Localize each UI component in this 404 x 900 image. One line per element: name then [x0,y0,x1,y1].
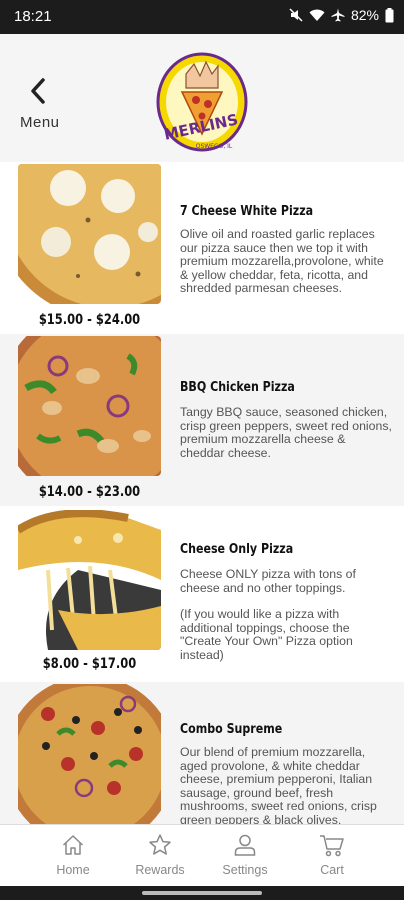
status-bar: 18:21 82% [0,0,404,34]
item-price: $8.00 - $17.00 [42,656,137,672]
app-header: Menu MERLINS OSWEGO, IL [0,34,404,162]
pizza-image [18,510,161,650]
menu-item[interactable]: $15.00 - $24.00 7 Cheese White Pizza Oli… [0,162,404,334]
tab-settings[interactable]: Settings [210,833,280,877]
item-description: Cheese ONLY pizza with tons of cheese an… [180,567,392,662]
item-price: $15.00 - $24.00 [38,312,141,328]
tab-cart[interactable]: Cart [297,833,367,877]
tab-cart-label: Cart [320,863,344,877]
item-description-main: Cheese ONLY pizza with tons of cheese an… [180,567,356,595]
airplane-icon [331,8,345,22]
item-title: Combo Supreme [180,722,283,737]
item-description-note: (If you would like a pizza with addition… [180,607,353,662]
star-icon [149,834,171,855]
item-title: BBQ Chicken Pizza [180,380,295,395]
item-description: Tangy BBQ sauce, seasoned chicken, crisp… [180,405,392,460]
wifi-icon [309,9,325,22]
item-title: Cheese Only Pizza [180,542,294,557]
svg-text:OSWEGO, IL: OSWEGO, IL [196,143,233,150]
person-icon [234,834,256,856]
tab-home-label: Home [56,863,90,877]
battery-percent: 82% [350,7,379,23]
item-description: Our blend of premium mozzarella, aged pr… [180,745,377,824]
chevron-left-icon [31,78,45,104]
mute-icon [289,8,303,22]
tab-home[interactable]: Home [38,833,108,877]
system-nav-bar [0,886,404,900]
item-description: Olive oil and roasted garlic replaces ou… [180,227,384,295]
bottom-tab-bar: Home Rewards Settings Cart [0,824,404,886]
pizza-image [18,684,161,824]
home-icon [62,835,84,855]
menu-item[interactable]: Combo Supreme Our blend of premium mozza… [0,682,404,824]
merlins-logo: MERLINS OSWEGO, IL [156,52,248,152]
item-title: 7 Cheese White Pizza [180,204,314,219]
back-button[interactable]: Menu [18,76,68,131]
status-icons: 82% [289,7,394,23]
tab-rewards-label: Rewards [135,863,185,877]
tab-settings-label: Settings [222,863,268,877]
home-gesture-handle[interactable] [142,891,262,895]
back-label: Menu [20,114,60,131]
battery-icon [385,7,394,23]
status-time: 18:21 [14,8,52,25]
menu-item[interactable]: $8.00 - $17.00 Cheese Only Pizza Cheese … [0,506,404,682]
pizza-image [18,164,161,304]
cart-icon [320,835,344,857]
item-price: $14.00 - $23.00 [38,484,141,500]
tab-rewards[interactable]: Rewards [125,833,195,877]
pizza-image [18,336,161,476]
menu-item[interactable]: $14.00 - $23.00 BBQ Chicken Pizza Tangy … [0,334,404,506]
